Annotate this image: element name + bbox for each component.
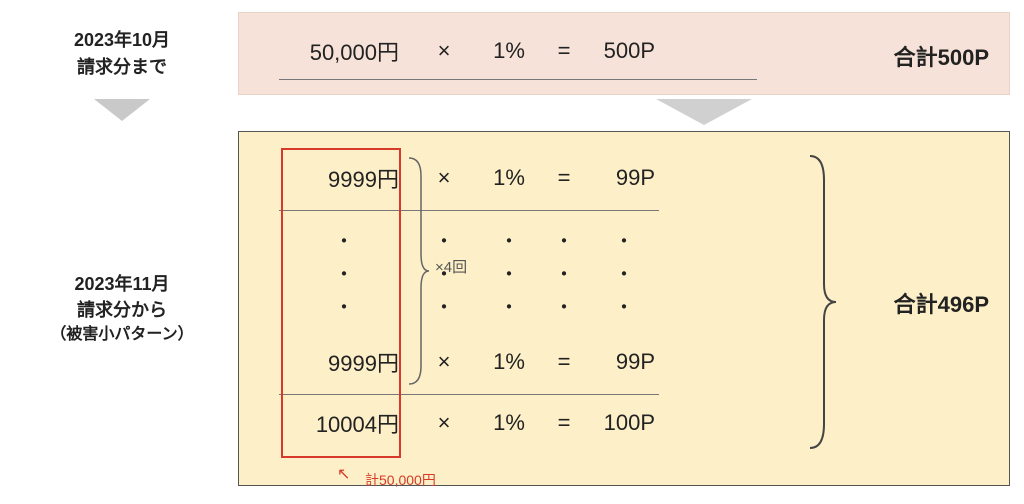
dots-row-c: ・ ・ ・ ・ ・ (279, 289, 659, 334)
arrow-row (14, 99, 1010, 125)
row2-amount: 9999円 (279, 346, 409, 378)
calc-row-1: 9999円 × 1% = 99P (279, 150, 659, 211)
red-arrow-icon: ↖ (337, 464, 350, 484)
bottom-total: 合計496P (854, 287, 989, 319)
bottom-period-line2: 請求分から (77, 297, 167, 323)
row2-points: 99P (589, 349, 659, 375)
equals-icon: = (539, 349, 589, 375)
row1-rate: 1% (479, 165, 539, 191)
top-calc-box: 50,000円 × 1% = 500P 合計500P (238, 12, 1010, 95)
bottom-section: 2023年11月 請求分から （被害小パターン） 9999円 × 1% = 99… (14, 131, 1010, 486)
bottom-calc-box: 9999円 × 1% = 99P ・ ・ ・ ・ ・ ・ ・ ・ ・ ・ (238, 131, 1010, 486)
mult-icon: × (409, 410, 479, 436)
row2-rate: 1% (479, 349, 539, 375)
top-period-label: 2023年10月 請求分まで (14, 12, 238, 95)
top-amount: 50,000円 (279, 35, 409, 67)
top-points: 500P (589, 38, 659, 64)
dots-row-a: ・ ・ ・ ・ ・ (279, 211, 659, 256)
top-period-line1: 2023年10月 (74, 27, 170, 53)
row1-amount: 9999円 (279, 162, 409, 194)
bottom-period-label: 2023年11月 請求分から （被害小パターン） (14, 131, 238, 486)
bottom-period-line3: （被害小パターン） (50, 323, 193, 346)
equals-icon: = (539, 38, 589, 64)
calc-row-2: 9999円 × 1% = 99P (279, 334, 659, 395)
left-arrow-wrap (14, 99, 238, 125)
big-brace-col (814, 150, 854, 455)
row3-points: 100P (589, 410, 659, 436)
top-rate: 1% (479, 38, 539, 64)
right-arrow-wrap (238, 99, 1010, 125)
mult-icon: × (409, 349, 479, 375)
top-total: 合計500P (856, 40, 989, 72)
row3-rate: 1% (479, 410, 539, 436)
row1-points: 99P (589, 165, 659, 191)
mult-icon: × (409, 38, 479, 64)
top-section: 2023年10月 請求分まで 50,000円 × 1% = 500P 合計500… (14, 12, 1010, 95)
wide-down-arrow-icon (656, 99, 752, 125)
row3-amount: 10004円 (279, 407, 409, 439)
mult-icon: × (409, 165, 479, 191)
repeat-count-label: ×4回 (435, 256, 467, 277)
dots-row-b: ・ ・ ・ ・ ・ (279, 256, 659, 289)
bottom-period-line1: 2023年11月 (74, 271, 169, 297)
top-calc-line: 50,000円 × 1% = 500P (279, 31, 757, 80)
down-arrow-icon (94, 99, 150, 121)
calc-row-3: 10004円 × 1% = 100P (279, 395, 659, 455)
top-period-line2: 請求分まで (77, 54, 167, 80)
red-sum-caption: 計50,000円 (365, 470, 436, 490)
equals-icon: = (539, 410, 589, 436)
calc-stack: 9999円 × 1% = 99P ・ ・ ・ ・ ・ ・ ・ ・ ・ ・ (259, 150, 659, 455)
equals-icon: = (539, 165, 589, 191)
